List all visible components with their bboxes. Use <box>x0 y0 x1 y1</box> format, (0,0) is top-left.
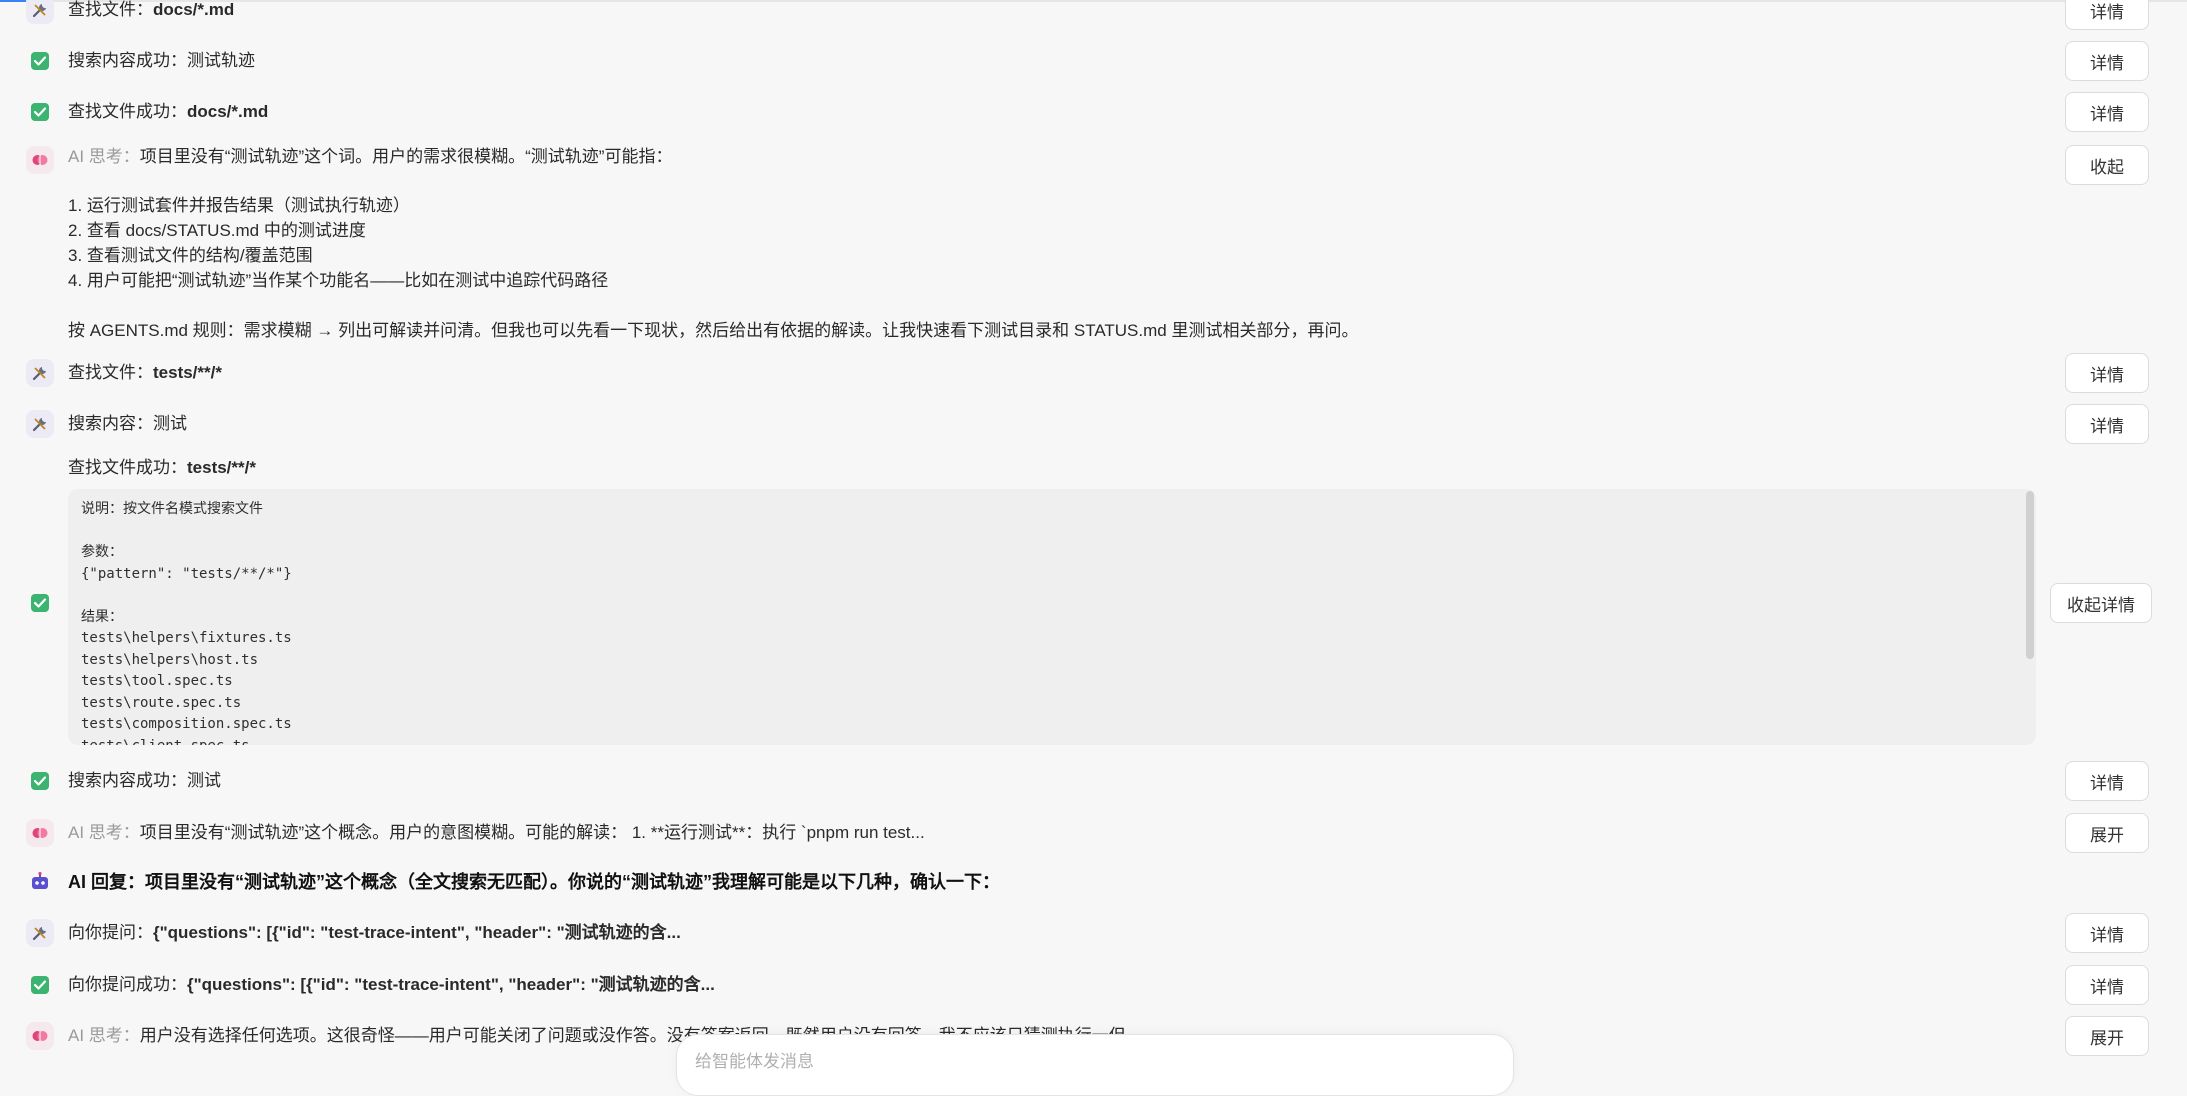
expand-button[interactable]: 展开 <box>2065 1016 2149 1056</box>
tool-value: docs/*.md <box>153 0 235 19</box>
robot-icon <box>26 868 54 896</box>
tool-label: 查找文件成功：docs/*.md <box>68 100 268 124</box>
ai-reply-text: AI 回复：项目里没有“测试轨迹”这个概念（全文搜索无匹配）。你说的“测试轨迹”… <box>68 872 1000 892</box>
message-input[interactable]: 给智能体发消息 <box>676 1034 1514 1096</box>
tool-prefix: 向你提问： <box>68 923 153 942</box>
tool-label: 搜索内容：测试 <box>68 412 187 436</box>
tool-label: 搜索内容成功：测试轨迹 <box>68 49 255 73</box>
tool-value: 测试 <box>153 414 187 433</box>
tool-value: 测试 <box>187 771 221 790</box>
details-button[interactable]: 详情 <box>2065 965 2149 1005</box>
details-button[interactable]: 详情 <box>2065 404 2149 444</box>
tool-row: 向你提问：{"questions": [{"id": "test-trace-i… <box>0 913 2187 953</box>
tools-icon <box>26 919 54 947</box>
tool-prefix: 向你提问成功： <box>68 975 187 994</box>
expand-button[interactable]: 展开 <box>2065 813 2149 853</box>
tool-prefix: 查找文件： <box>68 0 153 19</box>
tool-row: 查找文件成功：docs/*.md 详情 <box>0 92 2187 132</box>
tool-label: 查找文件成功：tests/**/* <box>68 456 256 480</box>
tool-row: 查找文件：docs/*.md 详情 <box>0 0 2187 30</box>
ai-reply-row: AI 回复：项目里没有“测试轨迹”这个概念（全文搜索无匹配）。你说的“测试轨迹”… <box>0 865 2187 901</box>
message-input-placeholder: 给智能体发消息 <box>695 1052 814 1071</box>
tools-icon <box>26 410 54 438</box>
details-button[interactable]: 详情 <box>2065 92 2149 132</box>
brain-icon <box>26 1022 54 1050</box>
tool-prefix: 查找文件： <box>68 363 153 382</box>
brain-icon <box>26 146 54 174</box>
details-button[interactable]: 详情 <box>2065 353 2149 393</box>
tool-label: 向你提问：{"questions": [{"id": "test-trace-i… <box>68 921 681 945</box>
tools-icon <box>26 359 54 387</box>
think-line: 2. 查看 docs/STATUS.md 中的测试进度 <box>68 221 366 240</box>
check-icon <box>26 971 54 999</box>
think-label: AI 思考：项目里没有“测试轨迹”这个词。用户的需求很模糊。“测试轨迹”可能指： <box>68 145 672 169</box>
check-icon <box>26 98 54 126</box>
tool-value: tests/**/* <box>153 363 222 382</box>
tool-row: 搜索内容：测试 详情 <box>0 404 2187 444</box>
tool-value: tests/**/* <box>187 458 256 477</box>
tool-details-text: 说明：按文件名模式搜索文件 参数： {"pattern": "tests/**/… <box>81 501 292 745</box>
tool-label: 查找文件：tests/**/* <box>68 361 222 385</box>
collapse-button[interactable]: 收起 <box>2065 145 2149 185</box>
details-button[interactable]: 详情 <box>2065 761 2149 801</box>
think-row: AI 思考：项目里没有“测试轨迹”这个概念。用户的意图模糊。可能的解读： 1. … <box>0 813 2187 853</box>
tools-icon <box>26 0 54 24</box>
check-icon <box>26 767 54 795</box>
think-prefix: AI 思考： <box>68 823 140 842</box>
think-label: AI 思考：项目里没有“测试轨迹”这个概念。用户的意图模糊。可能的解读： 1. … <box>68 821 925 845</box>
tool-value: docs/*.md <box>187 102 269 121</box>
tool-prefix: 搜索内容： <box>68 414 153 433</box>
tool-details-output[interactable]: 说明：按文件名模式搜索文件 参数： {"pattern": "tests/**/… <box>68 489 2036 745</box>
scrollbar-thumb[interactable] <box>2026 491 2034 659</box>
think-conclusion: 按 AGENTS.md 规则：需求模糊 → 列出可解读并问清。但我也可以先看一下… <box>68 321 1359 340</box>
tool-prefix: 查找文件成功： <box>68 102 187 121</box>
tool-row: 搜索内容成功：测试轨迹 详情 <box>0 41 2187 81</box>
details-button[interactable]: 详情 <box>2065 41 2149 81</box>
tool-prefix: 搜索内容成功： <box>68 51 187 70</box>
tool-row: 搜索内容成功：测试 详情 <box>0 761 2187 801</box>
tool-value: {"questions": [{"id": "test-trace-intent… <box>187 975 715 994</box>
tool-prefix: 搜索内容成功： <box>68 771 187 790</box>
think-line: 4. 用户可能把“测试轨迹”当作某个功能名——比如在测试中追踪代码路径 <box>68 271 609 290</box>
tool-value: {"questions": [{"id": "test-trace-intent… <box>153 923 681 942</box>
think-text: 项目里没有“测试轨迹”这个概念。用户的意图模糊。可能的解读： 1. **运行测试… <box>139 823 925 842</box>
brain-icon <box>26 819 54 847</box>
tool-prefix: 查找文件成功： <box>68 458 187 477</box>
details-button[interactable]: 详情 <box>2065 913 2149 953</box>
think-line: 1. 运行测试套件并报告结果（测试执行轨迹） <box>68 196 410 215</box>
tool-label: 查找文件：docs/*.md <box>68 0 234 22</box>
tool-row: 查找文件：tests/**/* 详情 <box>0 353 2187 393</box>
tool-row: 向你提问成功：{"questions": [{"id": "test-trace… <box>0 965 2187 1005</box>
think-prefix: AI 思考： <box>68 1026 140 1045</box>
think-prefix: AI 思考： <box>68 147 140 166</box>
tool-value: 测试轨迹 <box>187 51 255 70</box>
think-text: 项目里没有“测试轨迹”这个词。用户的需求很模糊。“测试轨迹”可能指： <box>139 147 673 166</box>
tool-label: 搜索内容成功：测试 <box>68 769 221 793</box>
details-button[interactable]: 详情 <box>2065 0 2149 30</box>
collapse-details-button[interactable]: 收起详情 <box>2050 583 2152 623</box>
tool-label: 向你提问成功：{"questions": [{"id": "test-trace… <box>68 973 715 997</box>
think-line: 3. 查看测试文件的结构/覆盖范围 <box>68 246 313 265</box>
check-icon <box>26 47 54 75</box>
think-block: AI 思考：项目里没有“测试轨迹”这个词。用户的需求很模糊。“测试轨迹”可能指：… <box>0 143 2187 343</box>
check-icon <box>26 589 54 617</box>
